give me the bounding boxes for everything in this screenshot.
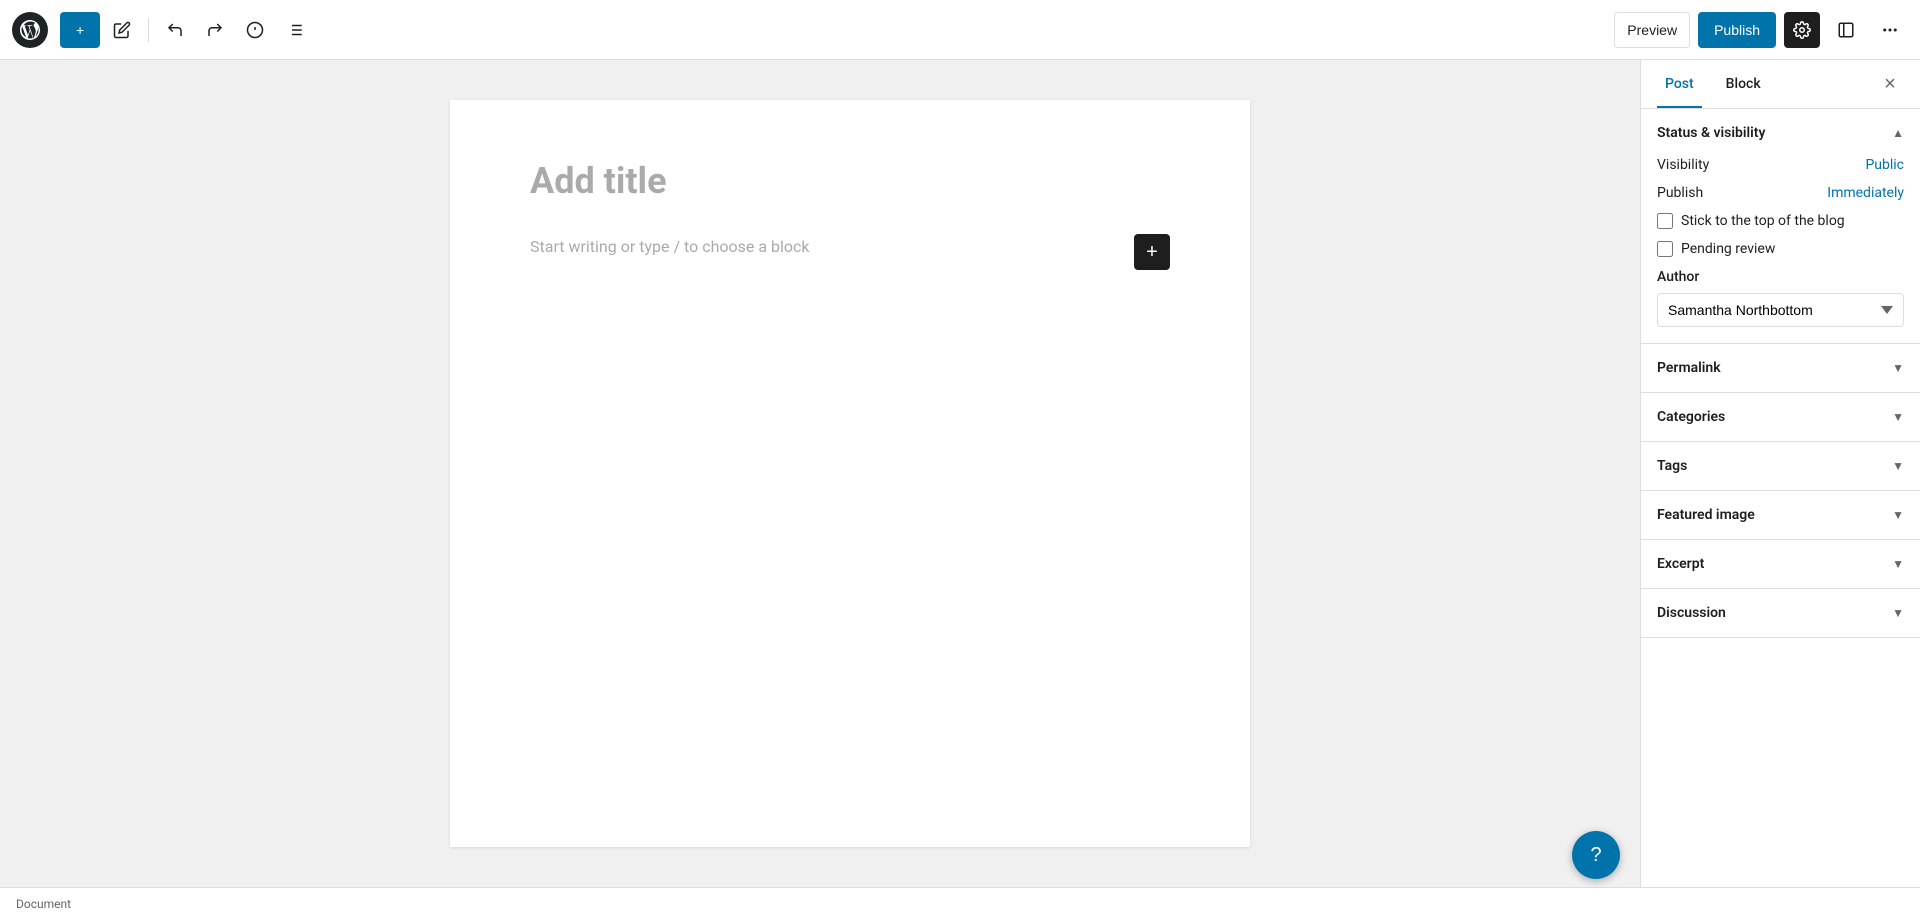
chevron-down-icon-featured: ▼ (1892, 508, 1904, 522)
section-categories-header[interactable]: Categories ▼ (1641, 393, 1920, 441)
editor-canvas: Start writing or type / to choose a bloc… (450, 100, 1250, 847)
section-excerpt-header[interactable]: Excerpt ▼ (1641, 540, 1920, 588)
stick-to-top-checkbox[interactable] (1657, 213, 1673, 229)
tools-button[interactable] (277, 12, 313, 48)
section-excerpt: Excerpt ▼ (1641, 540, 1920, 589)
more-options-button[interactable] (1872, 12, 1908, 48)
chevron-down-icon-categories: ▼ (1892, 410, 1904, 424)
settings-button[interactable] (1784, 12, 1820, 48)
info-button[interactable] (237, 12, 273, 48)
stick-to-top-row: Stick to the top of the blog (1657, 213, 1904, 229)
left-sidebar (0, 60, 60, 887)
toolbar-right: Preview Publish (1614, 12, 1908, 48)
pending-review-label[interactable]: Pending review (1681, 241, 1775, 257)
add-block-inline-button[interactable]: + (1134, 234, 1170, 270)
toolbar: + Preview Publish (0, 0, 1920, 60)
publish-row: Publish Immediately (1657, 185, 1904, 201)
chevron-down-icon-excerpt: ▼ (1892, 557, 1904, 571)
chevron-down-icon-permalink: ▼ (1892, 361, 1904, 375)
visibility-value[interactable]: Public (1865, 157, 1904, 173)
section-discussion-header[interactable]: Discussion ▼ (1641, 589, 1920, 637)
wp-logo (12, 12, 48, 48)
section-permalink-header[interactable]: Permalink ▼ (1641, 344, 1920, 392)
edit-button[interactable] (104, 12, 140, 48)
content-area: Start writing or type / to choose a bloc… (530, 234, 1170, 270)
tab-block[interactable]: Block (1718, 60, 1769, 108)
section-status-visibility-content: Visibility Public Publish Immediately St… (1641, 157, 1920, 343)
stick-to-top-label[interactable]: Stick to the top of the blog (1681, 213, 1845, 229)
divider-1 (148, 18, 149, 42)
pending-review-row: Pending review (1657, 241, 1904, 257)
author-section: Author Samantha Northbottom (1657, 269, 1904, 327)
help-button[interactable]: ? (1572, 831, 1620, 879)
publish-button[interactable]: Publish (1698, 12, 1776, 48)
sidebar-tabs: Post Block × (1641, 60, 1920, 109)
add-block-button[interactable]: + (60, 12, 100, 48)
section-status-visibility-header[interactable]: Status & visibility ▲ (1641, 109, 1920, 157)
preview-pane-button[interactable] (1828, 12, 1864, 48)
pending-review-checkbox[interactable] (1657, 241, 1673, 257)
tab-post[interactable]: Post (1657, 60, 1702, 108)
document-label: Document (16, 897, 71, 911)
section-tags-header[interactable]: Tags ▼ (1641, 442, 1920, 490)
section-discussion: Discussion ▼ (1641, 589, 1920, 638)
visibility-row: Visibility Public (1657, 157, 1904, 173)
author-select[interactable]: Samantha Northbottom (1657, 293, 1904, 327)
section-categories: Categories ▼ (1641, 393, 1920, 442)
publish-value[interactable]: Immediately (1827, 185, 1904, 201)
editor-area[interactable]: Start writing or type / to choose a bloc… (60, 60, 1640, 887)
chevron-down-icon-tags: ▼ (1892, 459, 1904, 473)
sidebar-close-button[interactable]: × (1876, 70, 1904, 98)
section-status-visibility: Status & visibility ▲ Visibility Public … (1641, 109, 1920, 344)
undo-button[interactable] (157, 12, 193, 48)
section-featured-image-header[interactable]: Featured image ▼ (1641, 491, 1920, 539)
redo-button[interactable] (197, 12, 233, 48)
section-featured-image: Featured image ▼ (1641, 491, 1920, 540)
title-input[interactable] (530, 160, 1170, 202)
chevron-up-icon: ▲ (1892, 126, 1904, 140)
content-placeholder[interactable]: Start writing or type / to choose a bloc… (530, 234, 1122, 260)
chevron-down-icon-discussion: ▼ (1892, 606, 1904, 620)
right-sidebar: Post Block × Status & visibility ▲ Visib… (1640, 60, 1920, 887)
section-permalink: Permalink ▼ (1641, 344, 1920, 393)
author-label: Author (1657, 269, 1904, 285)
status-bar: Document (0, 887, 1920, 919)
main-area: Start writing or type / to choose a bloc… (0, 60, 1920, 887)
preview-button[interactable]: Preview (1614, 12, 1690, 48)
section-tags: Tags ▼ (1641, 442, 1920, 491)
